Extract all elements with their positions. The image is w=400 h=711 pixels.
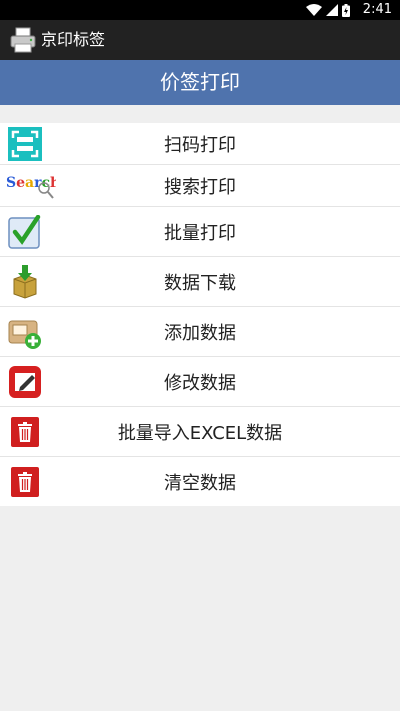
menu-item-edit-data[interactable]: 修改数据 — [0, 357, 400, 407]
menu-item-data-download[interactable]: 数据下载 — [0, 257, 400, 307]
menu-item-add-data[interactable]: 添加数据 — [0, 307, 400, 357]
menu-item-label: 修改数据 — [164, 372, 236, 394]
menu-item-label: 数据下载 — [164, 272, 236, 294]
wifi-icon — [306, 4, 322, 16]
page-title: 价签打印 — [0, 60, 400, 105]
menu-item-clear-data[interactable]: 清空数据 — [0, 457, 400, 506]
menu-item-search-print[interactable]: Search 搜索打印 — [0, 165, 400, 207]
action-bar: 京印标签 — [0, 20, 400, 60]
signal-icon — [326, 4, 338, 16]
menu-item-label: 批量打印 — [164, 222, 236, 244]
menu-item-scan-print[interactable]: 扫码打印 — [0, 123, 400, 165]
menu-item-batch-print[interactable]: 批量打印 — [0, 207, 400, 257]
app-title: 京印标签 — [41, 30, 106, 49]
menu-item-label: 清空数据 — [164, 472, 236, 494]
status-time: 2:41 — [362, 2, 392, 17]
menu-item-label: 搜索打印 — [164, 176, 236, 198]
menu-item-label: 扫码打印 — [164, 134, 236, 156]
printer-icon — [10, 27, 36, 53]
battery-icon — [342, 3, 350, 17]
menu-item-import-excel[interactable]: 批量导入EXCEL数据 — [0, 407, 400, 457]
menu-item-label: 添加数据 — [164, 322, 236, 344]
status-icons — [306, 3, 350, 17]
main-menu: 扫码打印 Search 搜索打印 批量打印 数据下载 添加数据 修改数据 批量导… — [0, 123, 400, 506]
status-bar: 2:41 — [0, 0, 400, 20]
menu-item-label: 批量导入EXCEL数据 — [117, 422, 283, 444]
